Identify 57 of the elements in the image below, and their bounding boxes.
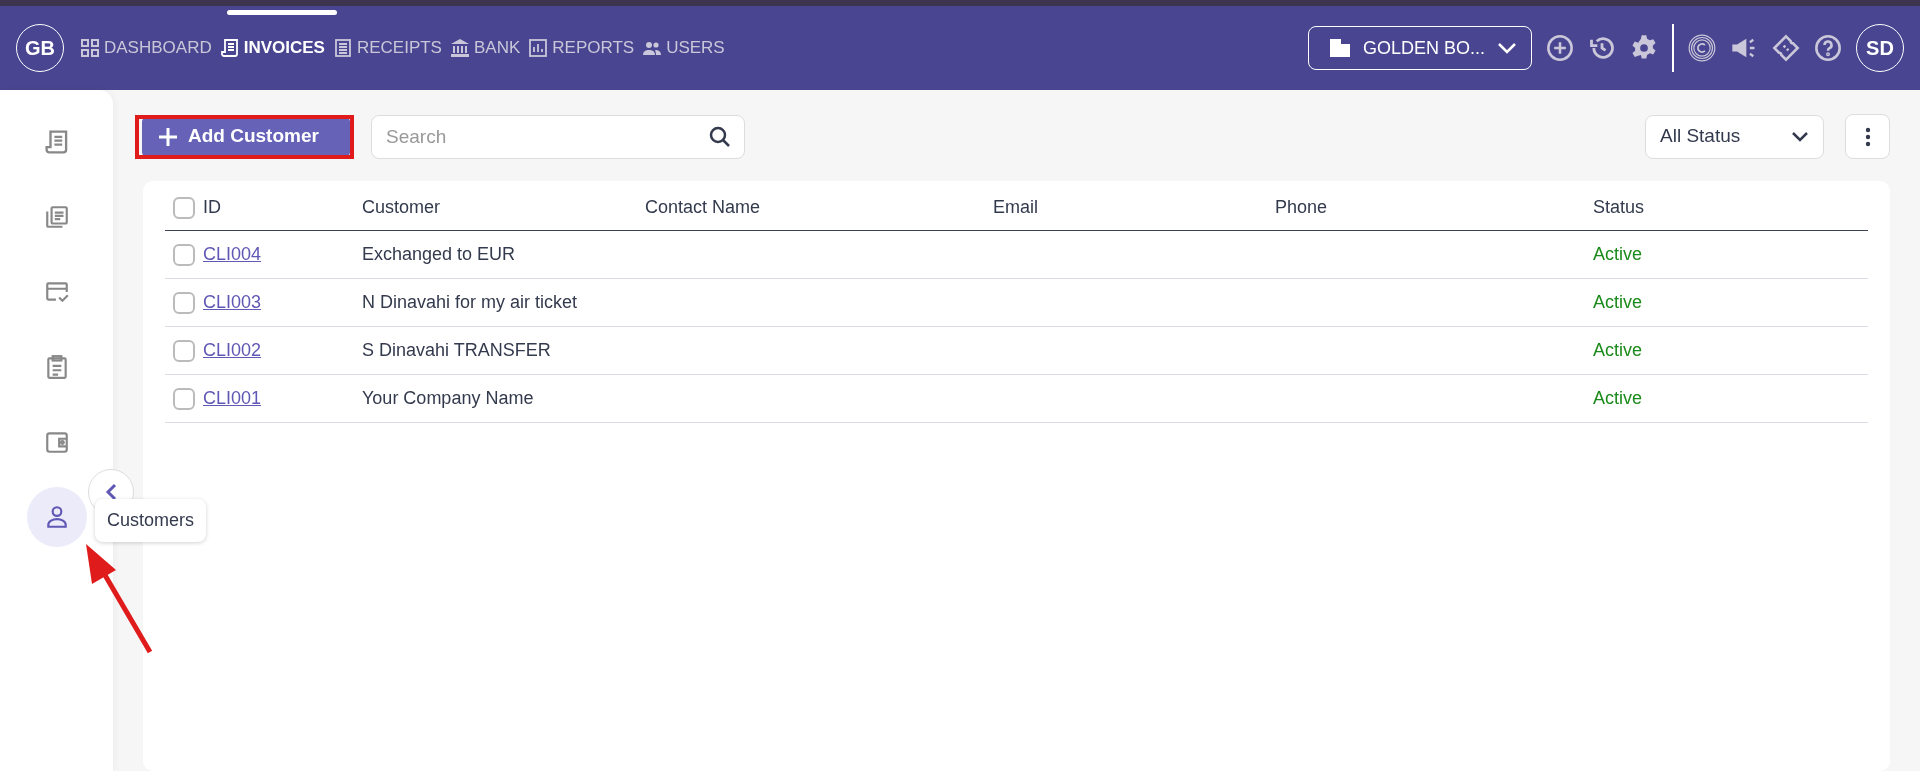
nav-link[interactable]: DASHBOARD	[80, 35, 212, 61]
more-options-button[interactable]	[1845, 114, 1890, 159]
column-header: Phone	[1275, 196, 1329, 219]
card-check-icon	[43, 279, 70, 305]
wallet-icon	[43, 429, 70, 455]
table-cell-text: Exchanged to EUR	[362, 243, 517, 266]
nav-link[interactable]: BANK	[449, 35, 521, 61]
search-field[interactable]: Search	[371, 114, 745, 159]
column-header: Customer	[362, 196, 442, 219]
nav-link[interactable]: INVOICES	[219, 35, 325, 61]
building-icon	[1329, 38, 1351, 58]
checkbox[interactable]	[173, 387, 195, 410]
column-header: Email	[993, 196, 1039, 219]
status-text: Active	[1593, 387, 1644, 410]
kebab-icon	[1864, 126, 1871, 147]
document-icon	[332, 38, 353, 58]
add-circle-icon[interactable]	[1546, 34, 1574, 62]
status-dropdown[interactable]: All Status	[1645, 114, 1824, 159]
customer-id-link[interactable]: CLI004	[203, 244, 262, 264]
bank-icon	[449, 38, 470, 58]
help-icon[interactable]	[1814, 34, 1842, 62]
status-text: Active	[1593, 243, 1644, 266]
chevron-down-icon	[1497, 42, 1517, 54]
documents-icon	[43, 204, 70, 230]
history-icon[interactable]	[1588, 34, 1616, 62]
nav-link[interactable]: USERS	[642, 35, 725, 61]
table-cell-text: S Dinavahi TRANSFER	[362, 339, 552, 362]
receipt-icon	[219, 38, 240, 58]
column-header: Status	[1593, 196, 1646, 219]
tooltip: Customers	[95, 499, 207, 542]
nav-link[interactable]: REPORTS	[528, 35, 635, 61]
chevron-left-icon	[104, 483, 118, 501]
table-cell-text: Your Company Name	[362, 387, 535, 410]
table-cell-text: N Dinavahi for my air ticket	[362, 291, 579, 314]
add-customer-button[interactable]: Add Customer	[142, 117, 350, 156]
checkbox[interactable]	[173, 243, 195, 266]
grid-icon	[80, 38, 100, 58]
customer-id-link[interactable]: CLI002	[203, 340, 262, 360]
status-text: Active	[1593, 291, 1644, 314]
status-text: Active	[1593, 339, 1644, 362]
column-header: Contact Name	[645, 196, 762, 219]
receipt-icon	[43, 129, 70, 155]
settings-icon[interactable]	[1630, 34, 1658, 62]
checkbox[interactable]	[173, 339, 195, 362]
ticket-icon[interactable]	[1772, 34, 1800, 62]
chevron-down-icon	[1791, 131, 1809, 142]
checkbox[interactable]	[173, 291, 195, 314]
coin-icon[interactable]	[1688, 34, 1716, 62]
plus-icon	[158, 126, 178, 147]
checkbox[interactable]	[173, 196, 195, 219]
chart-icon	[528, 38, 549, 58]
company-selector[interactable]: GOLDEN BO...	[1308, 26, 1532, 70]
customer-id-link[interactable]: CLI003	[203, 292, 262, 312]
search-icon[interactable]	[709, 125, 731, 148]
customer-id-link[interactable]: CLI001	[203, 388, 262, 408]
nav-link[interactable]: RECEIPTS	[332, 35, 442, 61]
column-header: ID	[203, 196, 222, 219]
